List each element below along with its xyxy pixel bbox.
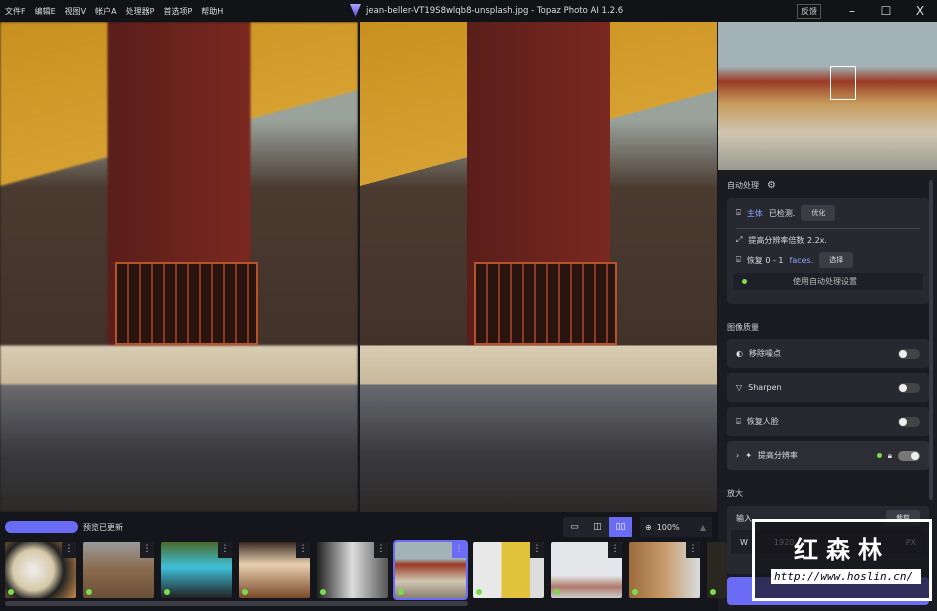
- filter-label: 恢复人脸: [746, 417, 779, 426]
- feedback-button[interactable]: 反馈: [797, 3, 821, 19]
- subject-icon: ⌻: [736, 208, 741, 217]
- filter-upscale[interactable]: › ✦ 提高分辨率 🔒︎: [727, 441, 929, 470]
- more-icon[interactable]: ⋮: [374, 542, 388, 558]
- status-dot: [742, 279, 747, 284]
- split-view-button[interactable]: ◫: [586, 517, 609, 537]
- more-icon[interactable]: ⋮: [140, 542, 154, 558]
- face-icon: ⌻: [736, 255, 741, 264]
- panel-scrollbar[interactable]: [929, 180, 933, 500]
- filter-face-recovery[interactable]: ⌻ 恢复人脸: [727, 407, 929, 436]
- more-icon[interactable]: ⋮: [686, 542, 700, 558]
- watermark: 红森林 http://www.hoslin.cn/: [752, 519, 932, 601]
- filter-label: Sharpen: [748, 383, 782, 392]
- zoom-control[interactable]: ⊕ 100% ▲: [640, 517, 712, 537]
- sparkle-icon: ✦: [745, 451, 752, 460]
- sharpen-icon: ▽: [736, 383, 743, 392]
- more-icon[interactable]: ⋮: [296, 542, 310, 558]
- filter-denoise[interactable]: ◐ 移除噪点: [727, 339, 929, 368]
- choose-button[interactable]: 选择: [819, 252, 854, 268]
- more-icon[interactable]: ⋮: [452, 542, 466, 558]
- more-icon[interactable]: ⋮: [608, 542, 622, 558]
- watermark-url: http://www.hoslin.cn/: [771, 569, 921, 584]
- quality-section-title: 图像质量: [727, 323, 759, 332]
- thumbnail-selected[interactable]: ⋮: [393, 540, 468, 600]
- window-title: jean-beller-VT19S8wlqb8-unsplash.jpg - T…: [366, 5, 624, 16]
- menu-preferences[interactable]: 首选项P: [163, 6, 192, 17]
- minimize-button[interactable]: –: [835, 4, 869, 18]
- sharpen-toggle[interactable]: [898, 382, 920, 393]
- restore-faces-link[interactable]: faces.: [790, 256, 814, 265]
- bottom-bar: 预览已更新 ▭ ◫ ▯▯ ⊕ 100% ▲ ⋮ ⋮ ⋮ ⋮ ⋮ ⋮ ⋮ ⋮ ⋮: [0, 512, 727, 611]
- navigator-viewport[interactable]: [830, 66, 856, 100]
- lock-icon[interactable]: 🔒︎: [888, 451, 892, 461]
- width-label: W: [740, 537, 748, 547]
- processed-preview[interactable]: [360, 22, 717, 512]
- auto-section-title: 自动处理: [727, 181, 759, 190]
- restore-prefix: 恢复 0 - 1: [746, 255, 784, 265]
- menu-view[interactable]: 视图V: [65, 6, 86, 17]
- use-auto-settings-button[interactable]: 使用自动处理设置: [793, 276, 857, 287]
- more-icon[interactable]: ⋮: [62, 542, 76, 558]
- chevron-up-icon[interactable]: ▲: [700, 523, 706, 532]
- filmstrip: ⋮ ⋮ ⋮ ⋮ ⋮ ⋮ ⋮ ⋮ ⋮: [5, 540, 727, 600]
- zoom-level: 100%: [656, 522, 680, 532]
- more-icon[interactable]: ⋮: [218, 542, 232, 558]
- original-preview[interactable]: [0, 22, 358, 512]
- thumbnail[interactable]: ⋮: [161, 542, 232, 598]
- chevron-right-icon[interactable]: ›: [736, 451, 739, 460]
- enlarge-section-title: 放大: [727, 489, 743, 498]
- menu-processor[interactable]: 处理器P: [126, 6, 155, 17]
- status-dot: [876, 453, 882, 458]
- input-label: 输入: [736, 513, 752, 523]
- thumbnail[interactable]: ⋮: [5, 542, 76, 598]
- face-icon: ⌻: [736, 416, 741, 426]
- close-button[interactable]: X: [903, 4, 937, 18]
- navigator-thumbnail[interactable]: [718, 22, 937, 170]
- autopilot-card: ⌻ 主体 已检测. 优化 ⤢ 提高分辨率倍数 2.2x. ⌻ 恢复 0 - 1 faces.…: [727, 198, 929, 304]
- watermark-text: 红森林: [794, 536, 890, 564]
- subject-label: 主体: [746, 208, 763, 218]
- more-icon[interactable]: ⋮: [530, 542, 544, 558]
- maximize-button[interactable]: ☐: [869, 4, 903, 18]
- app-logo-icon: [350, 4, 361, 17]
- upscale-toggle[interactable]: [898, 450, 920, 461]
- filter-label: 移除噪点: [748, 349, 781, 358]
- title-bar: 文件F 编辑E 视图V 帐户A 处理器P 首选项P 帮助H jean-belle…: [0, 0, 937, 22]
- preview-status: 预览已更新: [83, 523, 123, 532]
- denoise-icon: ◐: [736, 349, 743, 358]
- menu-edit[interactable]: 编辑E: [35, 6, 56, 17]
- menu-account[interactable]: 帐户A: [95, 6, 116, 17]
- menu-file[interactable]: 文件F: [5, 6, 26, 17]
- expand-arrows-icon: ⤢: [736, 235, 743, 244]
- thumbnail[interactable]: ⋮: [473, 542, 544, 598]
- thumbnail[interactable]: ⋮: [317, 542, 388, 598]
- thumbnail[interactable]: ⋮: [239, 542, 310, 598]
- zoom-icon: ⊕: [645, 522, 652, 532]
- thumbnail[interactable]: ⋮: [629, 542, 700, 598]
- subject-detected: 已检测.: [768, 208, 796, 218]
- menu-help[interactable]: 帮助H: [201, 6, 223, 17]
- face-recovery-toggle[interactable]: [898, 416, 920, 427]
- thumbnail[interactable]: [707, 542, 727, 598]
- thumbnail[interactable]: ⋮: [551, 542, 622, 598]
- side-by-side-button[interactable]: ▯▯: [609, 517, 632, 537]
- upscale-summary: 提高分辨率倍数 2.2x.: [748, 235, 827, 245]
- single-view-button[interactable]: ▭: [563, 517, 586, 537]
- menu-bar: 文件F 编辑E 视图V 帐户A 处理器P 首选项P 帮助H: [0, 6, 223, 17]
- preview-progress: [5, 521, 78, 533]
- optimize-button[interactable]: 优化: [801, 205, 836, 221]
- filter-sharpen[interactable]: ▽ Sharpen: [727, 373, 929, 402]
- denoise-toggle[interactable]: [898, 348, 920, 359]
- gear-icon[interactable]: ⚙: [767, 180, 776, 191]
- thumbnail[interactable]: ⋮: [83, 542, 154, 598]
- filmstrip-scrollbar[interactable]: [5, 601, 468, 606]
- filter-label: 提高分辨率: [757, 451, 798, 460]
